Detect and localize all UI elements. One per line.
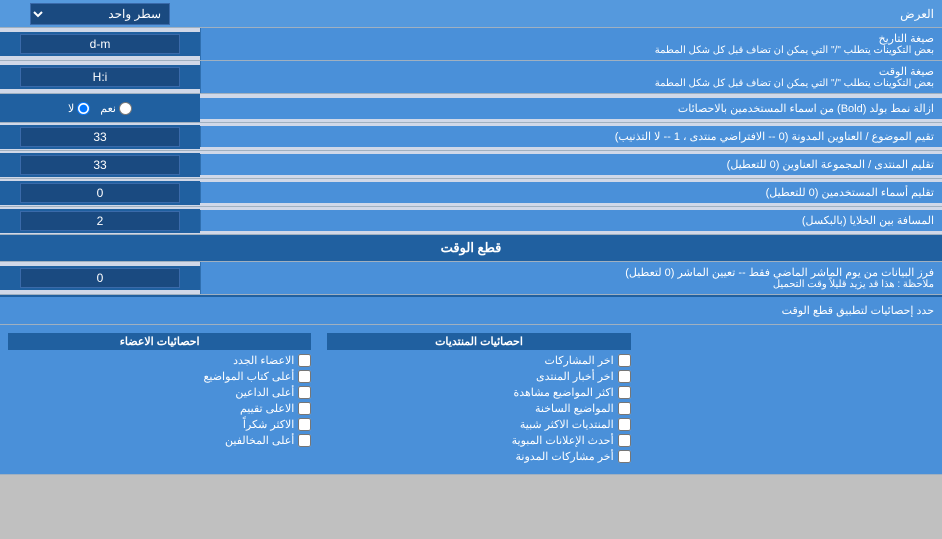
check-top-rated: الاعلى تقييم bbox=[8, 402, 311, 415]
date-format-input-wrap bbox=[0, 32, 200, 56]
time-cut-input-wrap bbox=[0, 266, 200, 290]
check-most-similar-forums-input[interactable] bbox=[618, 418, 631, 431]
topic-order-label: تقيم الموضوع / العناوين المدونة (0 -- ال… bbox=[200, 126, 942, 147]
check-hot-topics: المواضيع الساخنة bbox=[327, 402, 630, 415]
forum-order-input-wrap bbox=[0, 153, 200, 177]
bold-no-label[interactable]: لا bbox=[68, 102, 90, 115]
forum-order-row: تقليم المنتدى / المجموعة العناوين (0 للت… bbox=[0, 151, 942, 179]
bold-yes-radio[interactable] bbox=[119, 102, 132, 115]
topic-order-row: تقيم الموضوع / العناوين المدونة (0 -- ال… bbox=[0, 123, 942, 151]
stats-col-forums: احصائيات المنتديات اخر المشاركات اخر أخب… bbox=[319, 329, 638, 470]
display-label: العرض bbox=[200, 3, 942, 25]
display-select[interactable]: سطر واحد bbox=[30, 3, 170, 25]
user-names-row: تقليم أسماء المستخدمين (0 للتعطيل) bbox=[0, 179, 942, 207]
cell-spacing-row: المسافة بين الخلايا (بالبكسل) bbox=[0, 207, 942, 235]
bold-yes-label[interactable]: نعم bbox=[100, 102, 132, 115]
time-cut-header: قطع الوقت bbox=[0, 235, 942, 262]
check-latest-ads: أحدث الإعلانات المبوية bbox=[327, 434, 630, 447]
stats-apply-row: حدد إحصائيات لتطبيق قطع الوقت bbox=[0, 297, 942, 325]
check-last-news-input[interactable] bbox=[618, 370, 631, 383]
check-top-inviters: أعلى الداعين bbox=[8, 386, 311, 399]
bold-remove-row: ازالة نمط بولد (Bold) من اسماء المستخدمي… bbox=[0, 94, 942, 123]
check-most-similar-forums: المنتديات الاكثر شبية bbox=[327, 418, 630, 431]
cell-spacing-input[interactable] bbox=[20, 211, 180, 231]
time-format-row: صيغة الوقت بعض التكوينات يتطلب "/" التي … bbox=[0, 61, 942, 94]
check-last-posts-input[interactable] bbox=[618, 354, 631, 367]
user-names-input-wrap bbox=[0, 181, 200, 205]
cell-spacing-label: المسافة بين الخلايا (بالبكسل) bbox=[200, 210, 942, 231]
check-most-thanked-input[interactable] bbox=[298, 418, 311, 431]
check-most-viewed-input[interactable] bbox=[618, 386, 631, 399]
check-top-inviters-input[interactable] bbox=[298, 386, 311, 399]
check-new-members: الاعضاء الجدد bbox=[8, 354, 311, 367]
display-select-wrap[interactable]: سطر واحد bbox=[0, 1, 200, 27]
check-last-blog-posts-input[interactable] bbox=[618, 450, 631, 463]
display-row: العرض سطر واحد bbox=[0, 0, 942, 28]
check-most-viewed: اكثر المواضيع مشاهدة bbox=[327, 386, 630, 399]
time-format-input[interactable] bbox=[20, 67, 180, 87]
stats-col-forums-header: احصائيات المنتديات bbox=[327, 333, 630, 350]
user-names-label: تقليم أسماء المستخدمين (0 للتعطيل) bbox=[200, 182, 942, 203]
check-top-rated-input[interactable] bbox=[298, 402, 311, 415]
topic-order-input[interactable] bbox=[20, 127, 180, 147]
date-format-label: صيغة التاريخ بعض التكوينات يتطلب "/" الت… bbox=[200, 28, 942, 60]
stats-section: حدد إحصائيات لتطبيق قطع الوقت احصائيات ا… bbox=[0, 295, 942, 475]
forum-order-label: تقليم المنتدى / المجموعة العناوين (0 للت… bbox=[200, 154, 942, 175]
stats-checkboxes-area: احصائيات المنتديات اخر المشاركات اخر أخب… bbox=[0, 325, 942, 475]
check-latest-ads-input[interactable] bbox=[618, 434, 631, 447]
time-cut-input[interactable] bbox=[20, 268, 180, 288]
time-format-label: صيغة الوقت بعض التكوينات يتطلب "/" التي … bbox=[200, 61, 942, 93]
check-top-violators: أعلى المخالفين bbox=[8, 434, 311, 447]
date-format-row: صيغة التاريخ بعض التكوينات يتطلب "/" الت… bbox=[0, 28, 942, 61]
stats-col-members-header: احصائيات الاعضاء bbox=[8, 333, 311, 350]
date-format-input[interactable] bbox=[20, 34, 180, 54]
main-container: العرض سطر واحد صيغة التاريخ بعض التكوينا… bbox=[0, 0, 942, 475]
cell-spacing-input-wrap bbox=[0, 209, 200, 233]
stats-col-members: احصائيات الاعضاء الاعضاء الجدد أعلى كتاب… bbox=[0, 329, 319, 470]
bold-no-radio[interactable] bbox=[77, 102, 90, 115]
check-top-topic-writers-input[interactable] bbox=[298, 370, 311, 383]
time-cut-row: فرز البيانات من يوم الماشر الماضي فقط --… bbox=[0, 262, 942, 295]
time-cut-label: فرز البيانات من يوم الماشر الماضي فقط --… bbox=[200, 262, 942, 294]
check-most-thanked: الاكثر شكراً bbox=[8, 418, 311, 431]
topic-order-input-wrap bbox=[0, 125, 200, 149]
check-top-topic-writers: أعلى كتاب المواضيع bbox=[8, 370, 311, 383]
check-last-blog-posts: أخر مشاركات المدونة bbox=[327, 450, 630, 463]
user-names-input[interactable] bbox=[20, 183, 180, 203]
time-format-input-wrap bbox=[0, 65, 200, 89]
check-last-posts: اخر المشاركات bbox=[327, 354, 630, 367]
check-top-violators-input[interactable] bbox=[298, 434, 311, 447]
check-last-news: اخر أخبار المنتدى bbox=[327, 370, 630, 383]
bold-remove-radio-wrap: نعم لا bbox=[0, 94, 200, 122]
bold-remove-label: ازالة نمط بولد (Bold) من اسماء المستخدمي… bbox=[200, 98, 942, 119]
stats-empty-col bbox=[639, 329, 942, 470]
check-new-members-input[interactable] bbox=[298, 354, 311, 367]
check-hot-topics-input[interactable] bbox=[618, 402, 631, 415]
stats-apply-label: حدد إحصائيات لتطبيق قطع الوقت bbox=[0, 300, 942, 321]
forum-order-input[interactable] bbox=[20, 155, 180, 175]
